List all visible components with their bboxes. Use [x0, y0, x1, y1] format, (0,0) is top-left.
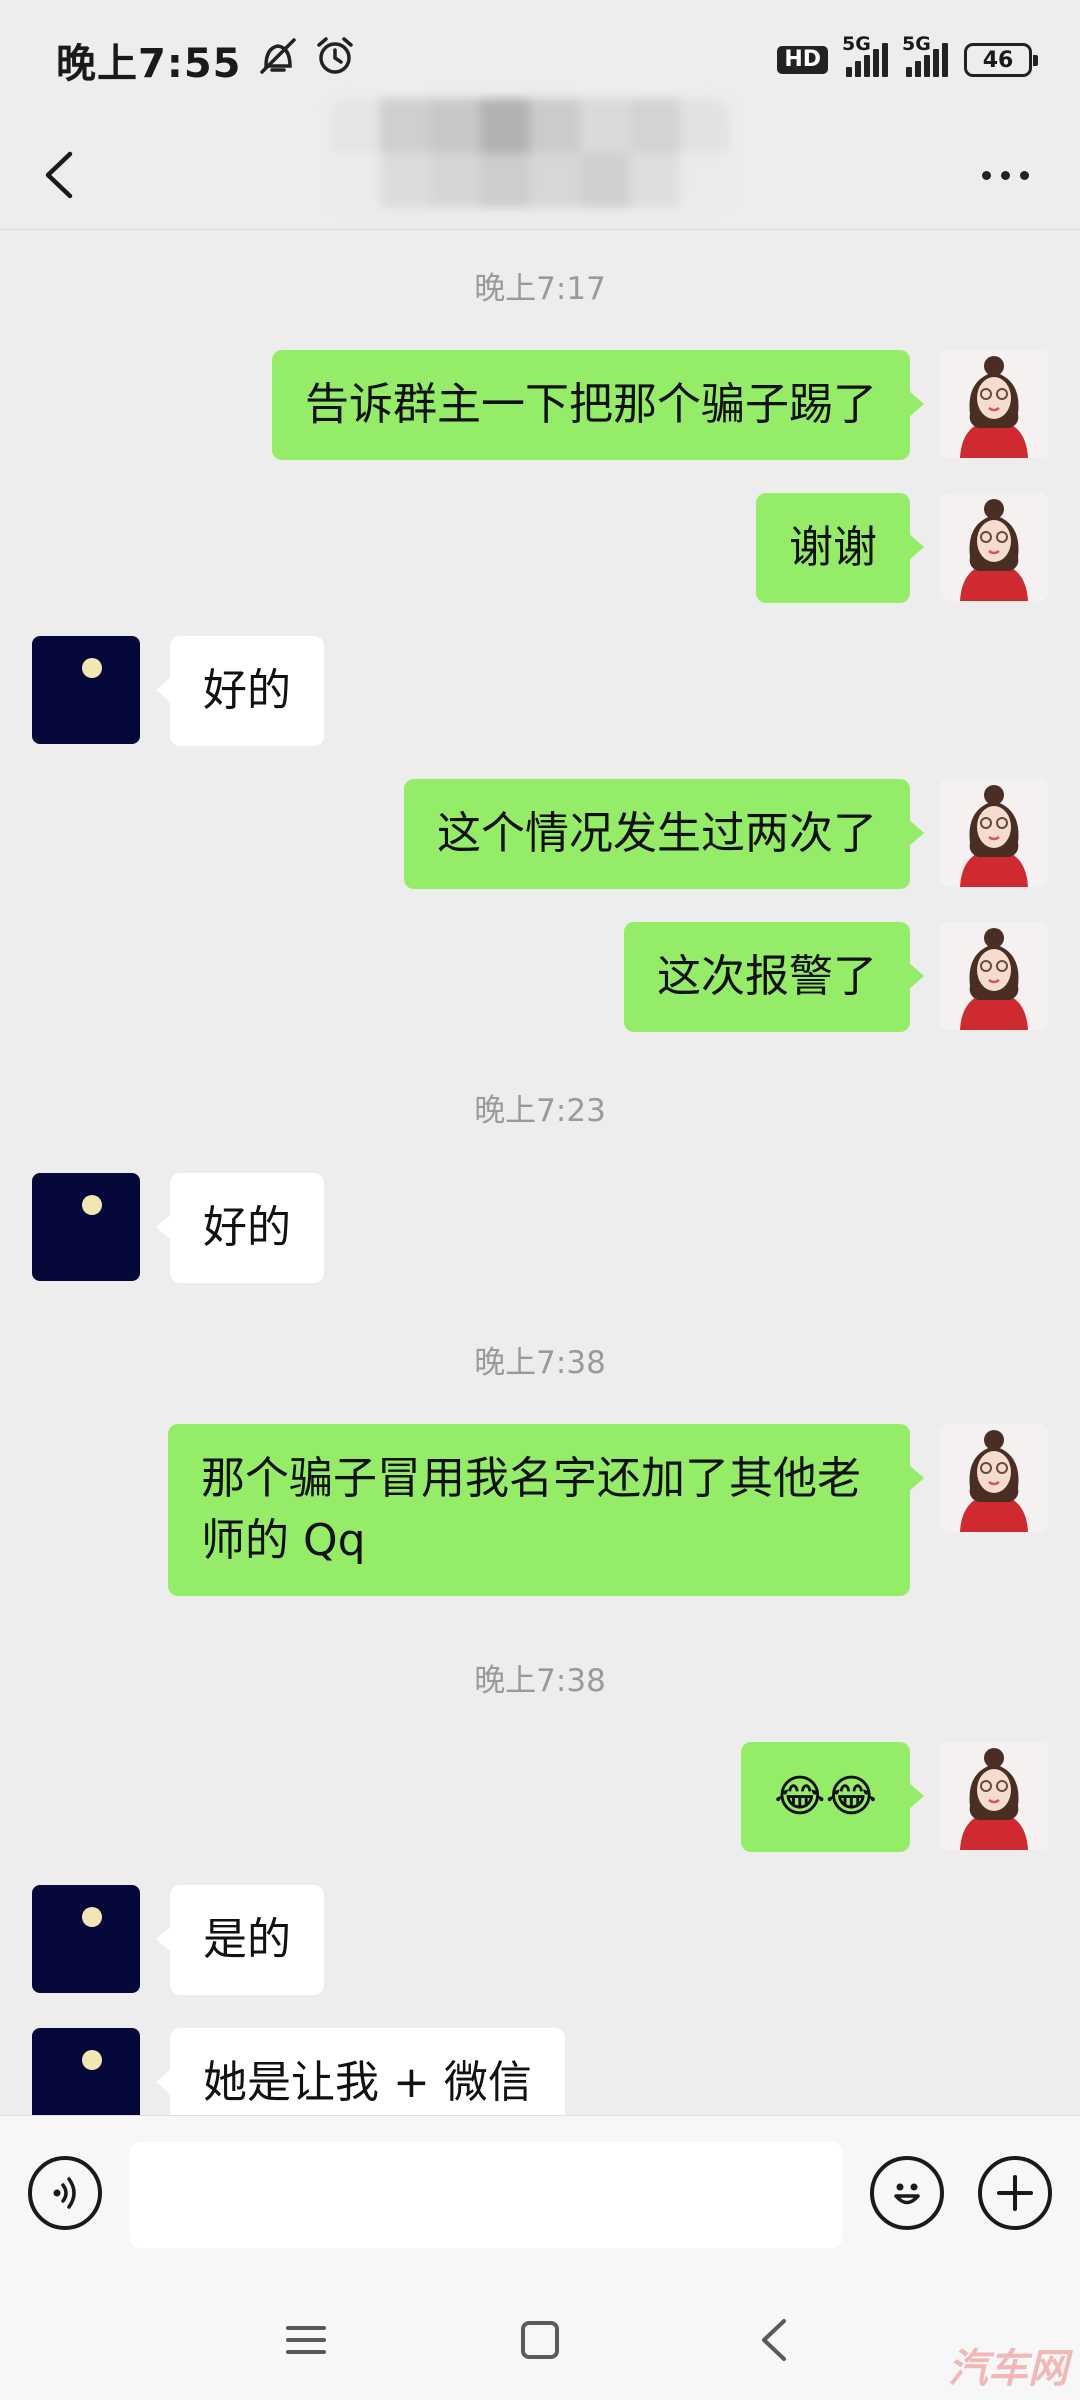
contact-avatar[interactable]	[32, 1885, 140, 1993]
my-avatar[interactable]	[940, 493, 1048, 601]
network-label-2: 5G	[902, 33, 931, 55]
chat-message-list[interactable]: 晚上7:17 告诉群主一下把那个骗子踢了 谢谢 好的 这个情况发生过两次了 这次…	[0, 231, 1080, 2115]
home-icon	[521, 2321, 559, 2359]
watermark-logo: 汽车网	[948, 2346, 1068, 2392]
battery-icon: 46	[964, 43, 1038, 77]
message-timestamp: 晚上7:17	[474, 271, 606, 307]
menu-icon	[286, 2326, 326, 2354]
my-avatar[interactable]	[940, 922, 1048, 1030]
signal-icon-2: 5G	[902, 33, 948, 77]
outgoing-message[interactable]: 那个骗子冒用我名字还加了其他老师的 Qq	[168, 1424, 924, 1596]
plus-button[interactable]	[978, 2156, 1052, 2230]
back-button[interactable]	[24, 140, 94, 210]
incoming-message[interactable]: 她是让我 + 微信	[156, 2028, 565, 2115]
outgoing-emoji-message[interactable]: 😂😂	[741, 1742, 924, 1852]
hd-badge: HD	[777, 46, 828, 74]
status-time: 晚上7:55	[56, 41, 242, 87]
moon-icon	[82, 658, 102, 678]
outgoing-message[interactable]: 谢谢	[756, 493, 924, 603]
contact-avatar[interactable]	[32, 636, 140, 744]
message-timestamp: 晚上7:38	[474, 1663, 606, 1699]
incoming-message[interactable]: 好的	[156, 636, 324, 746]
voice-icon	[53, 2177, 76, 2209]
avatar-image	[940, 493, 1048, 601]
chat-header	[0, 98, 1080, 230]
incoming-message[interactable]: 好的	[156, 1173, 324, 1283]
avatar-image	[940, 350, 1048, 458]
more-dot	[1019, 170, 1029, 180]
more-button[interactable]	[960, 145, 1050, 205]
moon-icon	[82, 1195, 102, 1215]
more-dot	[981, 170, 991, 180]
avatar-image	[940, 1424, 1048, 1532]
contact-avatar[interactable]	[32, 1173, 140, 1281]
avatar-image	[940, 922, 1048, 1030]
message-timestamp: 晚上7:38	[474, 1345, 606, 1381]
emoji-icon	[894, 2183, 920, 2205]
avatar-image	[940, 1742, 1048, 1850]
status-right: HD 5G 5G 46	[777, 33, 1038, 77]
my-avatar[interactable]	[940, 1742, 1048, 1850]
voice-button[interactable]	[28, 2156, 102, 2230]
outgoing-message[interactable]: 告诉群主一下把那个骗子踢了	[272, 350, 924, 460]
plus-icon	[997, 2175, 1033, 2211]
system-back-button[interactable]	[734, 2305, 814, 2375]
signal-icon: 5G	[842, 33, 888, 77]
incoming-message[interactable]: 是的	[156, 1885, 324, 1995]
my-avatar[interactable]	[940, 350, 1048, 458]
chevron-left-icon	[45, 151, 73, 199]
network-label: 5G	[842, 33, 871, 55]
moon-icon	[82, 1907, 102, 1927]
mute-icon	[256, 36, 300, 85]
alarm-icon	[314, 35, 356, 86]
my-avatar[interactable]	[940, 1424, 1048, 1532]
message-input[interactable]	[130, 2142, 842, 2248]
my-avatar[interactable]	[940, 779, 1048, 887]
moon-icon	[82, 2050, 102, 2070]
contact-avatar[interactable]	[32, 2028, 140, 2115]
outgoing-message[interactable]: 这个情况发生过两次了	[404, 779, 924, 889]
outgoing-message[interactable]: 这次报警了	[624, 922, 924, 1032]
input-bar	[0, 2115, 1080, 2285]
back-icon	[762, 2319, 786, 2361]
recent-apps-button[interactable]	[266, 2305, 346, 2375]
chat-title-redacted	[330, 98, 730, 208]
emoji-button[interactable]	[870, 2156, 944, 2230]
home-button[interactable]	[500, 2305, 580, 2375]
message-timestamp: 晚上7:23	[474, 1093, 606, 1129]
battery-level: 46	[982, 47, 1014, 73]
status-left: 晚上7:55	[56, 31, 356, 89]
more-dot	[1000, 170, 1010, 180]
system-navigation-bar: 汽车网	[0, 2285, 1080, 2400]
avatar-image	[940, 779, 1048, 887]
